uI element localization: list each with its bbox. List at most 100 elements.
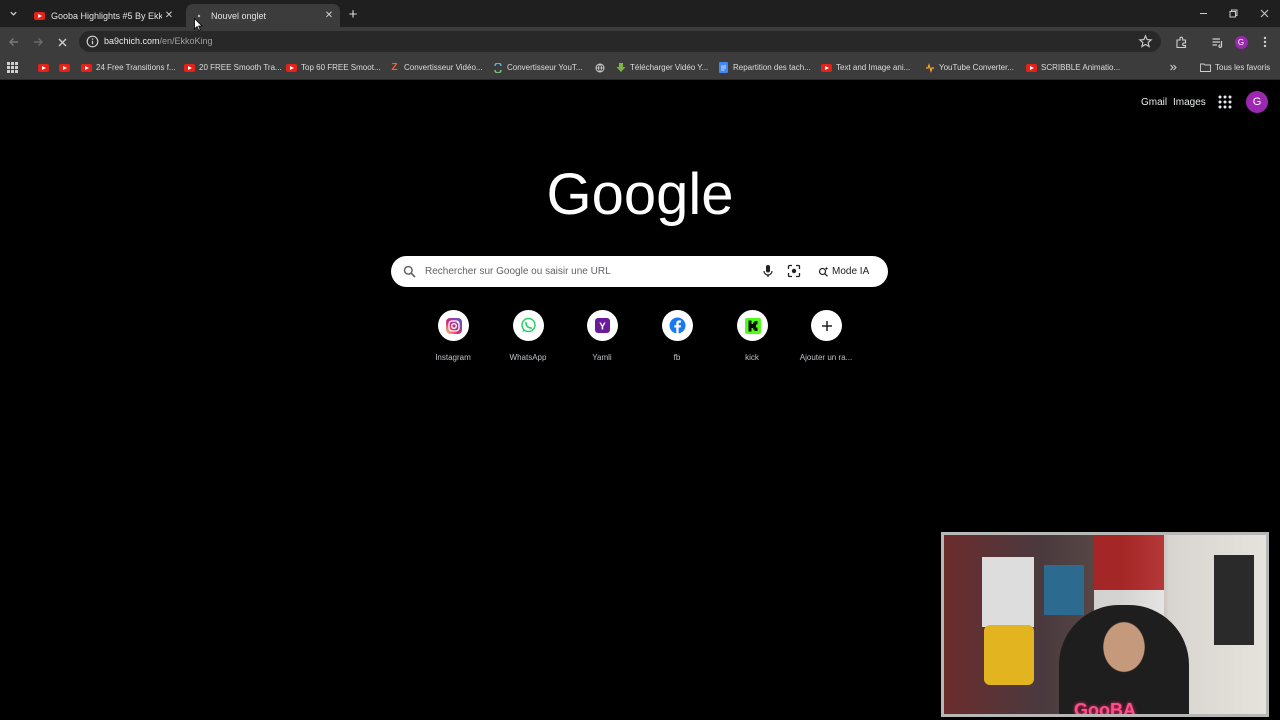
close-icon[interactable]: ✕ [162, 9, 176, 23]
new-tab-button[interactable]: + [345, 6, 361, 23]
bookmark-item[interactable]: Text and Image ani... [821, 60, 910, 75]
youtube-icon [286, 62, 297, 73]
shortcut-label: fb [673, 353, 681, 362]
chevron-down-icon [10, 11, 17, 16]
close-window-button[interactable] [1249, 0, 1280, 27]
bookmark-item[interactable]: Top 60 FREE Smoot... [286, 60, 381, 75]
shortcut-instagram[interactable]: Instagram [416, 310, 490, 370]
svg-text:Google: Google [546, 162, 733, 227]
more-vertical-icon [1263, 36, 1267, 48]
shortcut-label: kick [745, 353, 759, 362]
bookmark-item[interactable]: Télécharger Vidéo Y... [615, 60, 708, 75]
google-apps-icon[interactable] [1218, 95, 1232, 109]
instagram-icon [438, 310, 469, 341]
shortcut-kick[interactable]: kick [715, 310, 789, 370]
stop-loading-button[interactable] [53, 33, 71, 51]
browser-menu-button[interactable] [1256, 33, 1274, 51]
minimize-button[interactable] [1188, 0, 1219, 27]
youtube-icon [81, 62, 92, 73]
bookmark-item[interactable]: YouTube Converter... [924, 60, 1014, 75]
shortcut-whatsapp[interactable]: WhatsApp [491, 310, 565, 370]
whatsapp-icon [513, 310, 544, 341]
facebook-icon [662, 310, 693, 341]
search-icon [403, 265, 416, 278]
shortcut-label: WhatsApp [509, 353, 547, 362]
converter-icon [492, 62, 503, 73]
images-link[interactable]: Images [1173, 97, 1206, 108]
tab-gooba-highlights[interactable]: Gooba Highlights #5 By Ekko - ✕ [26, 4, 180, 27]
youtube-icon [38, 62, 49, 73]
ai-search-icon [818, 266, 829, 277]
google-search-box[interactable]: Mode IA [391, 256, 888, 287]
arrow-left-icon [9, 38, 18, 46]
youtube-icon [821, 62, 832, 73]
bookmark-item[interactable] [594, 60, 609, 75]
profile-button[interactable]: G [1232, 33, 1250, 51]
globe-icon [594, 62, 605, 73]
restore-button[interactable] [1218, 0, 1249, 27]
microphone-icon[interactable] [761, 264, 775, 278]
google-logo: Google [546, 162, 733, 227]
google-lens-icon[interactable] [787, 264, 801, 278]
more-bookmarks-button[interactable] [1169, 60, 1178, 75]
google-account-avatar[interactable]: G [1246, 91, 1268, 113]
download-arrow-icon [615, 62, 626, 73]
tab-title: Gooba Highlights #5 By Ekko - [51, 10, 162, 21]
converter-icon [924, 62, 935, 73]
yamli-icon: Y [587, 310, 618, 341]
kick-icon [737, 310, 768, 341]
mouse-pointer-icon [194, 18, 203, 31]
extensions-button[interactable] [1172, 33, 1190, 51]
jersey-frame [984, 625, 1034, 685]
site-info-icon[interactable] [86, 35, 99, 48]
youtube-icon [33, 10, 45, 22]
z-logo-icon: Z [391, 62, 398, 73]
bookmark-item[interactable]: 24 Free Transitions f... [81, 60, 176, 75]
ai-mode-button[interactable]: Mode IA [818, 263, 869, 280]
apps-shortcut-button[interactable] [7, 60, 18, 75]
shortcut-yamli[interactable]: Y Yamli [565, 310, 639, 370]
shortcut-fb[interactable]: fb [640, 310, 714, 370]
bookmark-item[interactable] [59, 60, 74, 75]
apps-grid-icon [7, 62, 18, 73]
gmail-link[interactable]: Gmail [1141, 97, 1167, 108]
bookmark-item[interactable]: 20 FREE Smooth Tra... [184, 60, 282, 75]
bookmark-item[interactable]: SCRIBBLE Animatio... [1026, 60, 1120, 75]
address-bar[interactable]: ba9chich.com/en/EkkoKing [79, 31, 1161, 52]
tab-new-tab[interactable]: Nouvel onglet ✕ [186, 4, 340, 27]
svg-text:Y: Y [599, 322, 606, 333]
folder-icon [1200, 62, 1211, 73]
tab-title: Nouvel onglet [211, 10, 267, 21]
shortcut-add[interactable]: Ajouter un ra... [789, 310, 863, 370]
all-bookmarks-folder[interactable]: Tous les favoris [1200, 60, 1270, 75]
search-input[interactable] [425, 263, 745, 280]
wall-poster [982, 557, 1034, 627]
stream-brand-logo: GooBA [1074, 700, 1136, 717]
bookmark-item[interactable]: Convertisseur YouT... [492, 60, 583, 75]
close-icon[interactable]: ✕ [322, 9, 336, 23]
tab-search-button[interactable] [5, 5, 22, 22]
bookmark-star-icon[interactable] [1138, 34, 1153, 49]
tab-strip: Gooba Highlights #5 By Ekko - ✕ Nouvel o… [0, 0, 1280, 27]
back-button[interactable] [5, 33, 23, 51]
minimize-icon [1200, 13, 1207, 14]
bookmarks-bar: 24 Free Transitions f... 20 FREE Smooth … [0, 56, 1280, 80]
shortcut-label: Ajouter un ra... [799, 353, 853, 362]
bookmark-item[interactable] [38, 60, 53, 75]
wall-poster [1044, 565, 1084, 615]
url-text[interactable]: ba9chich.com/en/EkkoKing [104, 36, 213, 46]
wall-poster [1214, 555, 1254, 645]
puzzle-icon [1175, 36, 1186, 48]
streamer-webcam-overlay: GooBA [941, 532, 1269, 717]
ai-mode-label: Mode IA [832, 266, 870, 277]
close-icon [58, 38, 66, 46]
media-controls-button[interactable] [1208, 33, 1226, 51]
docs-icon [718, 62, 729, 73]
playlist-icon [1212, 37, 1222, 48]
forward-button[interactable] [29, 33, 47, 51]
bookmark-item[interactable]: Repartition des tach... [718, 60, 811, 75]
avatar: G [1234, 35, 1248, 49]
shortcut-label: Instagram [435, 353, 471, 362]
bookmark-item[interactable]: Z Convertisseur Vidéo... [389, 60, 482, 75]
arrow-right-icon [34, 38, 43, 46]
